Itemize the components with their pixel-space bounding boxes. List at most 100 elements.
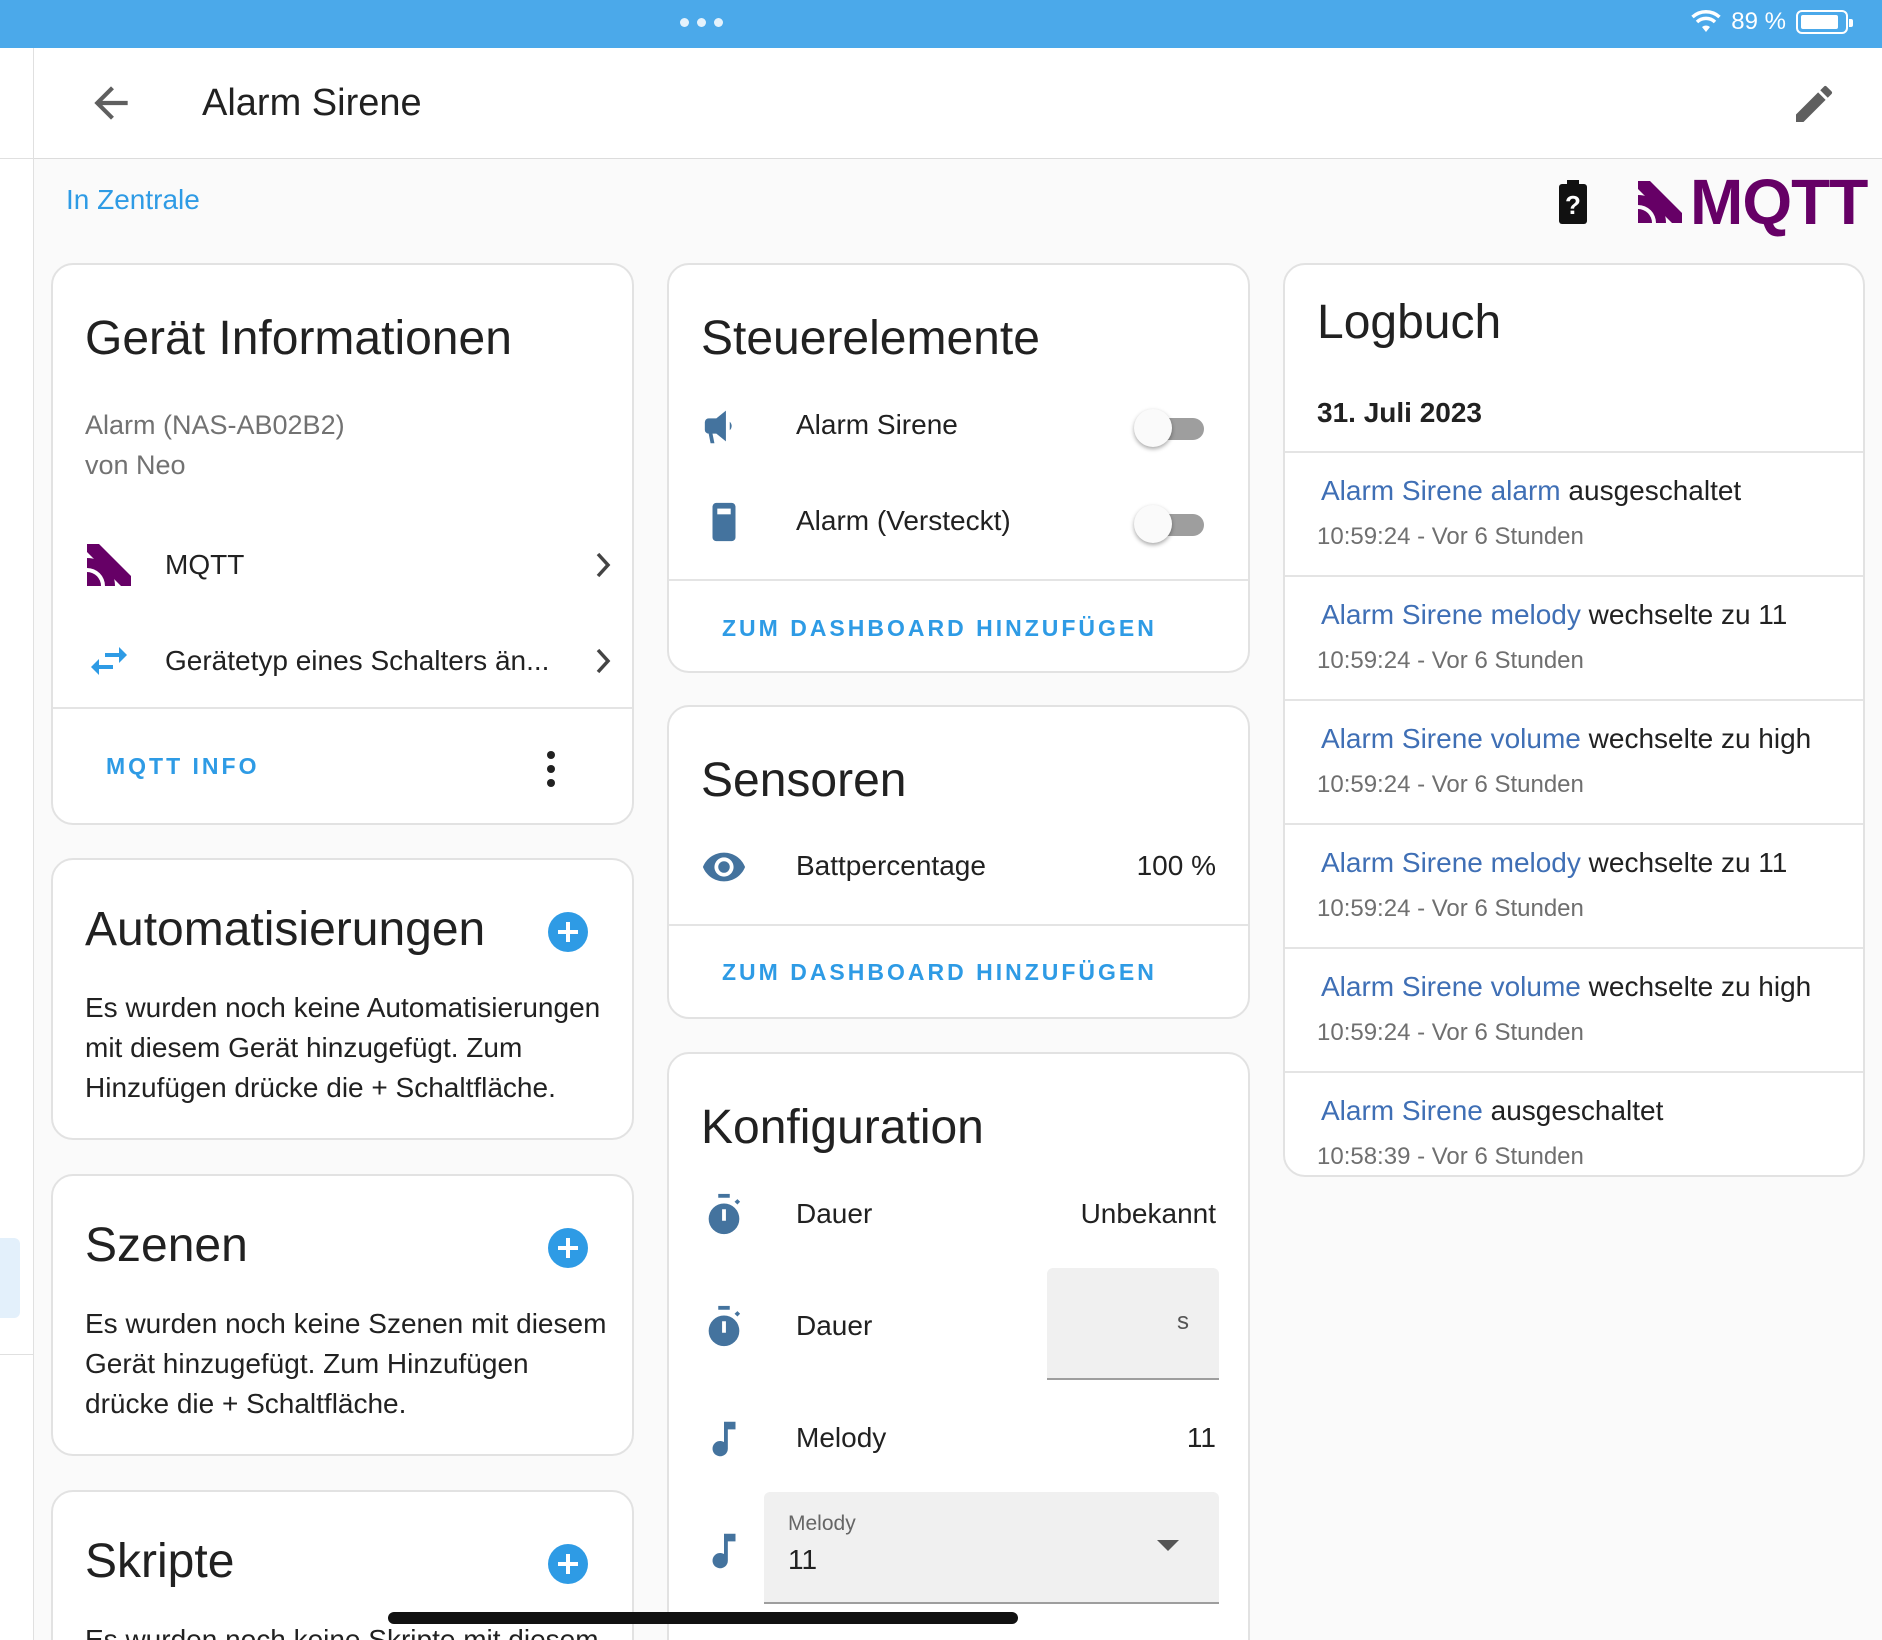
battery-icon (1796, 10, 1853, 34)
dropdown-arrow-icon (1157, 1540, 1179, 1551)
mqtt-logo: MQTT (1636, 166, 1868, 238)
eye-icon (702, 852, 746, 882)
melody-select[interactable]: Melody 11 (764, 1492, 1219, 1604)
device-info-card: Gerät Informationen Alarm (NAS-AB02B2) v… (51, 263, 634, 825)
add-scene-button[interactable] (548, 1228, 588, 1268)
entity-name[interactable]: Battpercentage (796, 850, 986, 882)
sidebar-edge (0, 48, 34, 1640)
wifi-icon (1691, 10, 1721, 32)
entity-value: 11 (1186, 1422, 1216, 1453)
mqtt-icon (87, 544, 131, 586)
card-title: Szenen (85, 1219, 248, 1272)
logbook-entity-link[interactable]: Alarm Sirene volume (1321, 971, 1581, 1002)
timer-icon (708, 1305, 741, 1347)
chevron-right-icon (596, 552, 611, 578)
add-to-dashboard-button[interactable]: ZUM DASHBOARD HINZUFÜGEN (722, 615, 1157, 642)
bullhorn-icon (704, 410, 732, 444)
entity-name[interactable]: Melody (796, 1422, 886, 1454)
battery-percentage: 89 % (1731, 8, 1786, 35)
logbook-message: Alarm Sirene volume wechselte zu high (1321, 971, 1811, 1003)
chevron-right-icon (596, 648, 611, 674)
add-to-dashboard-button[interactable]: ZUM DASHBOARD HINZUFÜGEN (722, 959, 1157, 986)
logbook-entity-link[interactable]: Alarm Sirene (1321, 1095, 1483, 1126)
logbook-entry: Alarm Sirene melody wechselte zu 11 10:59… (1285, 823, 1863, 947)
more-vert-icon[interactable] (545, 749, 557, 789)
entity-value: Unbekannt (1080, 1198, 1216, 1229)
duration-number-input[interactable]: s (1047, 1268, 1219, 1380)
entity-name[interactable]: Dauer (796, 1310, 872, 1342)
mqtt-info-button[interactable]: MQTT INFO (106, 753, 259, 780)
logbook-entity-link[interactable]: Alarm Sirene alarm (1321, 475, 1561, 506)
logbook-message: Alarm Sirene melody wechselte zu 11 (1321, 847, 1787, 879)
logbook-action: wechselte zu 11 (1588, 599, 1788, 630)
select-value: 11 (788, 1544, 818, 1575)
entity-name[interactable]: Alarm (Versteckt) (796, 505, 1011, 537)
integration-label: MQTT (165, 549, 245, 580)
controls-card: Steuerelemente Alarm Sirene Alarm (Verst… (667, 263, 1250, 673)
logbook-action: ausgeschaltet (1568, 475, 1742, 506)
logbook-message: Alarm Sirene ausgeschaltet (1321, 1095, 1663, 1127)
logbook-action: wechselte zu high (1588, 971, 1812, 1002)
alarm-versteckt-toggle[interactable] (1134, 503, 1206, 543)
logbook-card: Logbuch 31. Juli 2023 Alarm Sirene alarm… (1283, 263, 1865, 1177)
logbook-action: ausgeschaltet (1490, 1095, 1664, 1126)
home-indicator (388, 1612, 1018, 1624)
logbook-action: wechselte zu high (1588, 723, 1812, 754)
area-link[interactable]: In Zentrale (66, 184, 200, 216)
timer-icon (708, 1193, 741, 1235)
sensor-value: 100 % (1136, 850, 1216, 881)
logbook-time: 10:59:24 - Vor 6 Stunden (1317, 647, 1584, 674)
logbook-entry: Alarm Sirene alarm ausgeschaltet 10:59:24… (1285, 451, 1863, 575)
entity-name[interactable]: Dauer (796, 1198, 872, 1230)
app-bar: Alarm Sirene (34, 48, 1882, 159)
logbook-entry: Alarm Sirene volume wechselte zu high 10:… (1285, 699, 1863, 823)
card-title: Steuerelemente (701, 312, 1040, 365)
unit-label: s (1177, 1308, 1189, 1335)
change-switch-type-link[interactable]: Gerätetyp eines Schalters än... (85, 631, 615, 691)
multitasking-dots-icon[interactable] (680, 18, 723, 27)
logbook-time: 10:58:39 - Vor 6 Stunden (1317, 1143, 1584, 1170)
alarm-sirene-toggle[interactable] (1134, 407, 1206, 447)
add-automation-button[interactable] (548, 912, 588, 952)
svg-text:?: ? (1565, 190, 1581, 220)
logbook-message: Alarm Sirene volume wechselte zu high (1321, 723, 1811, 755)
music-note-icon (712, 1533, 736, 1569)
logbook-entry: Alarm Sirene volume wechselte zu high 10:… (1285, 947, 1863, 1071)
logbook-time: 10:59:24 - Vor 6 Stunden (1317, 523, 1584, 550)
logbook-entry: Alarm Sirene melody wechselte zu 11 10:59… (1285, 575, 1863, 699)
edit-pencil-icon[interactable] (1790, 80, 1838, 128)
music-note-icon (712, 1421, 736, 1457)
logbook-entity-link[interactable]: Alarm Sirene melody (1321, 847, 1581, 878)
logbook-message: Alarm Sirene melody wechselte zu 11 (1321, 599, 1787, 631)
configuration-card: Konfiguration Dauer Unbekannt Dauer s Me… (667, 1052, 1250, 1640)
select-label: Melody (788, 1512, 856, 1535)
logbook-date: 31. Juli 2023 (1317, 397, 1483, 428)
logbook-entry: Alarm Sirene ausgeschaltet 10:58:39 - Vor… (1285, 1071, 1863, 1175)
page-title: Alarm Sirene (202, 82, 422, 124)
add-script-button[interactable] (548, 1544, 588, 1584)
logbook-entity-link[interactable]: Alarm Sirene melody (1321, 599, 1581, 630)
change-switch-type-label: Gerätetyp eines Schalters än... (165, 645, 550, 676)
back-arrow-icon[interactable] (86, 78, 136, 128)
device-manufacturer: von Neo (85, 450, 186, 480)
mqtt-logo-icon (1638, 181, 1682, 223)
status-bar: 89 % (0, 0, 1882, 48)
entity-name[interactable]: Alarm Sirene (796, 409, 958, 441)
card-title: Skripte (85, 1535, 235, 1588)
logbook-action: wechselte zu 11 (1588, 847, 1788, 878)
device-model: Alarm (NAS-AB02B2) von Neo (85, 405, 345, 485)
logbook-time: 10:59:24 - Vor 6 Stunden (1317, 895, 1584, 922)
mqtt-logo-text: MQTT (1690, 166, 1868, 238)
automations-card: Automatisierungen Es wurden noch keine A… (51, 858, 634, 1140)
swap-horizontal-icon (91, 647, 127, 675)
scenes-card: Szenen Es wurden noch keine Szenen mit d… (51, 1174, 634, 1456)
empty-text: Es wurden noch keine Szenen mit diesem G… (85, 1308, 607, 1419)
integration-link-mqtt[interactable]: MQTT (85, 535, 615, 595)
card-title: Automatisierungen (85, 903, 486, 956)
card-title: Logbuch (1317, 296, 1502, 349)
sidebar-selected-indicator (0, 1238, 20, 1318)
card-title: Gerät Informationen (85, 312, 512, 365)
empty-text: Es wurden noch keine Automatisierungen m… (85, 992, 601, 1103)
logbook-entity-link[interactable]: Alarm Sirene volume (1321, 723, 1581, 754)
card-title: Sensoren (701, 754, 907, 807)
